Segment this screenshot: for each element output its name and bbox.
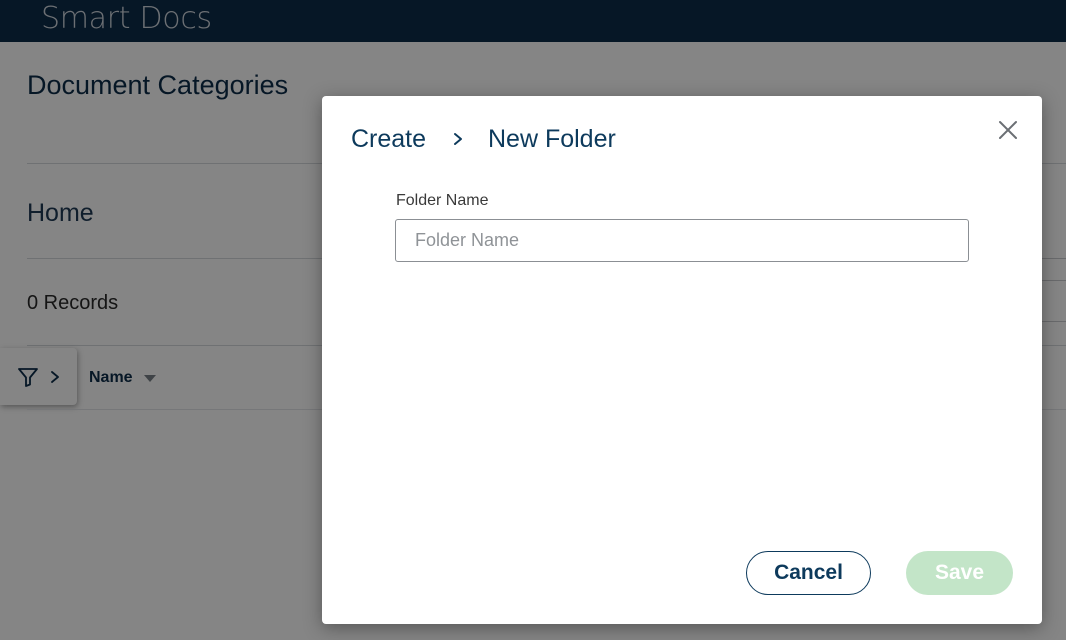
cancel-button[interactable]: Cancel xyxy=(746,551,871,595)
save-button[interactable]: Save xyxy=(906,551,1013,595)
folder-name-input[interactable] xyxy=(395,219,969,262)
chevron-right-icon xyxy=(454,133,462,145)
app-root: Smart Docs Document Categories Home 0 Re… xyxy=(0,0,1066,640)
dialog-title: New Folder xyxy=(488,125,616,153)
dialog-breadcrumb-parent: Create xyxy=(351,125,427,153)
folder-name-label: Folder Name xyxy=(396,192,489,209)
close-icon[interactable] xyxy=(996,118,1020,142)
new-folder-dialog: Create New Folder Folder Name Cancel Sav… xyxy=(322,96,1042,624)
